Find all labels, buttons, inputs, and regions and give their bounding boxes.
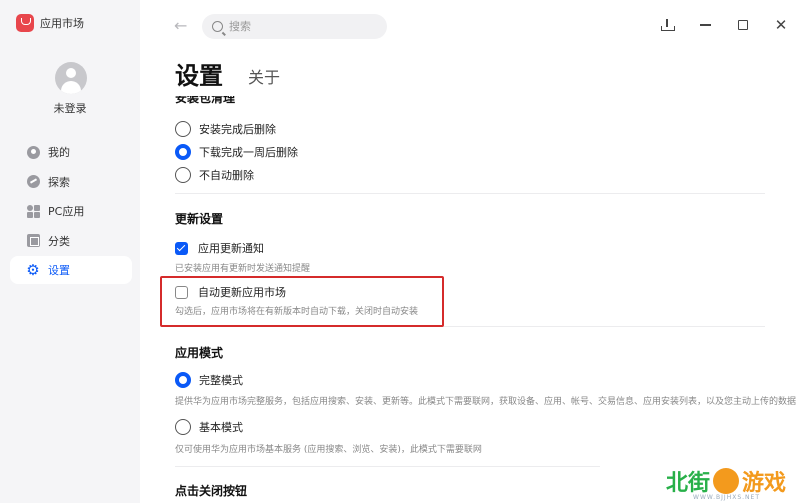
sidebar-item-mine[interactable]: 我的 <box>10 138 132 166</box>
full-mode-hint: 提供华为应用市场完整服务，包括应用搜索、安装、更新等。此模式下需要联网，获取设备… <box>175 397 797 407</box>
section-title-close-button: 点击关闭按钮 <box>175 484 248 498</box>
sidebar-item-settings[interactable]: ⚙ 设置 <box>10 256 132 284</box>
grid-apps-icon <box>26 204 40 218</box>
sidebar-item-label: 设置 <box>48 264 70 277</box>
search-bar[interactable] <box>202 14 387 39</box>
download-icon <box>661 19 675 31</box>
radio-no-auto-delete[interactable]: 不自动删除 <box>175 167 254 183</box>
tab-settings[interactable]: 设置 <box>175 56 223 91</box>
close-button[interactable]: ✕ <box>762 10 800 40</box>
watermark-url: WWW.BJJHXS.NET <box>693 494 760 501</box>
minimize-icon <box>699 24 711 26</box>
sidebar-item-label: 分类 <box>48 234 70 248</box>
highlight-box <box>160 276 444 327</box>
section-title-install-cleanup: 安装包清理 <box>175 96 236 105</box>
radio-button[interactable] <box>175 121 191 137</box>
section-title-update: 更新设置 <box>175 212 224 226</box>
sidebar-item-pc-apps[interactable]: PC应用 <box>10 197 132 225</box>
close-icon: ✕ <box>774 16 788 34</box>
radio-label: 完整模式 <box>199 374 243 387</box>
radio-button[interactable] <box>175 372 191 388</box>
radio-button[interactable] <box>175 419 191 435</box>
basic-mode-hint: 仅可使用华为应用市场基本服务 (应用搜索、浏览、安装)，此模式下需要联网 <box>175 445 482 455</box>
radio-button[interactable] <box>175 144 191 160</box>
radio-delete-after-install[interactable]: 安装完成后删除 <box>175 121 276 137</box>
sidebar-item-label: 探索 <box>48 175 70 189</box>
checkbox[interactable] <box>175 241 188 255</box>
tab-about[interactable]: 关于 <box>248 64 280 88</box>
watermark-ball-icon <box>712 468 739 494</box>
radio-label: 下载完成一周后删除 <box>199 146 298 159</box>
radio-full-mode[interactable]: 完整模式 <box>175 372 243 388</box>
sidebar-item-category[interactable]: 分类 <box>10 227 132 255</box>
login-status[interactable]: 未登录 <box>0 100 140 116</box>
radio-button[interactable] <box>175 167 191 183</box>
minimize-button[interactable] <box>686 10 724 40</box>
sidebar-item-explore[interactable]: 探索 <box>10 168 132 196</box>
radio-label: 安装完成后删除 <box>199 123 276 136</box>
category-icon <box>26 234 40 248</box>
checkbox-label: 应用更新通知 <box>198 242 264 255</box>
main-panel: ← ✕ 设置 关于 安装包清理 安装完成后删除 下载完成一周后删除 不自动删除 … <box>140 0 800 503</box>
sidebar-item-label: PC应用 <box>48 205 85 218</box>
search-icon <box>212 21 223 32</box>
compass-icon <box>26 175 40 189</box>
watermark-text-green: 北街 <box>665 471 710 496</box>
sidebar-item-label: 我的 <box>48 146 70 159</box>
app-title-label: 应用市场 <box>40 17 84 30</box>
radio-label: 基本模式 <box>199 421 243 434</box>
window-controls: ✕ <box>648 10 800 40</box>
radio-label: 不自动删除 <box>199 169 254 182</box>
sidebar: 应用市场 未登录 我的 探索 PC应用 分类 ⚙ 设置 <box>0 0 140 503</box>
app-title: 应用市场 <box>16 14 84 32</box>
download-button[interactable] <box>648 10 686 40</box>
search-input[interactable] <box>229 20 369 33</box>
watermark-text-orange: 游戏 <box>741 471 786 496</box>
person-icon <box>26 145 40 159</box>
maximize-icon <box>738 20 748 30</box>
app-store-logo-icon <box>16 14 34 32</box>
maximize-button[interactable] <box>724 10 762 40</box>
watermark-logo: 北街 游戏 <box>666 465 786 497</box>
divider <box>175 193 765 194</box>
radio-delete-after-week[interactable]: 下载完成一周后删除 <box>175 144 298 160</box>
back-arrow-icon[interactable]: ← <box>174 16 187 35</box>
update-notify-hint: 已安装应用有更新时发送通知提醒 <box>175 264 311 274</box>
section-title-app-mode: 应用模式 <box>175 346 224 360</box>
avatar[interactable] <box>55 62 87 94</box>
radio-basic-mode[interactable]: 基本模式 <box>175 419 243 435</box>
sidebar-nav: 我的 探索 PC应用 分类 ⚙ 设置 <box>10 138 132 286</box>
checkbox-update-notify[interactable]: 应用更新通知 <box>175 240 264 256</box>
gear-icon: ⚙ <box>26 261 40 279</box>
divider <box>175 466 600 467</box>
